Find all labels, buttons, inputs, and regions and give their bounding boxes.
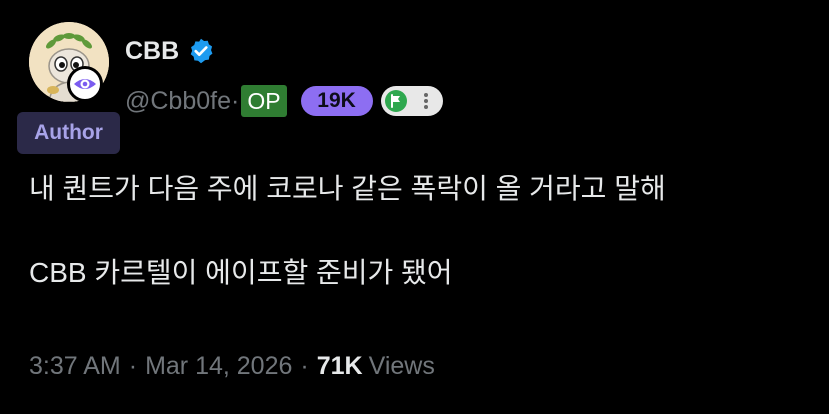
post-line-2: CBB 카르텔이 에이프할 준비가 됐어 <box>29 257 453 288</box>
op-badge: OP <box>241 85 287 117</box>
post-card: Author CBB @Cbb0fe· OP 19K 내 퀀트가 다음 주에 코… <box>0 0 829 414</box>
post-text: 내 퀀트가 다음 주에 코로나 같은 폭락이 올 거라고 말해 CBB 카르텔이… <box>29 168 809 294</box>
post-date[interactable]: Mar 14, 2026 <box>145 352 292 381</box>
meta-separator: · <box>300 351 309 380</box>
eye-icon <box>74 79 96 89</box>
display-name-row: CBB <box>125 33 215 69</box>
flag-icon <box>390 94 400 108</box>
avatar-container[interactable] <box>29 22 109 102</box>
action-pill[interactable] <box>380 86 443 116</box>
eye-badge[interactable] <box>67 66 103 102</box>
more-button[interactable] <box>415 90 437 112</box>
user-handle[interactable]: @Cbb0fe· <box>125 87 239 116</box>
post-time[interactable]: 3:37 AM <box>29 352 121 381</box>
post-line-1: 내 퀀트가 다음 주에 코로나 같은 폭락이 올 거라고 말해 <box>29 173 666 204</box>
meta-separator: · <box>128 351 138 380</box>
followers-badge: 19K <box>300 86 373 116</box>
flag-button[interactable] <box>384 90 407 112</box>
author-tag: Author <box>17 112 120 154</box>
display-name[interactable]: CBB <box>125 37 179 66</box>
more-vertical-icon <box>423 93 428 109</box>
handle-row: @Cbb0fe· OP 19K <box>125 84 443 118</box>
views-count[interactable]: 71K <box>317 352 363 381</box>
views-label: Views <box>368 351 435 380</box>
post-meta: 3:37 AM · Mar 14, 2026 · 71K Views <box>29 346 435 386</box>
verified-badge-icon <box>190 38 213 64</box>
